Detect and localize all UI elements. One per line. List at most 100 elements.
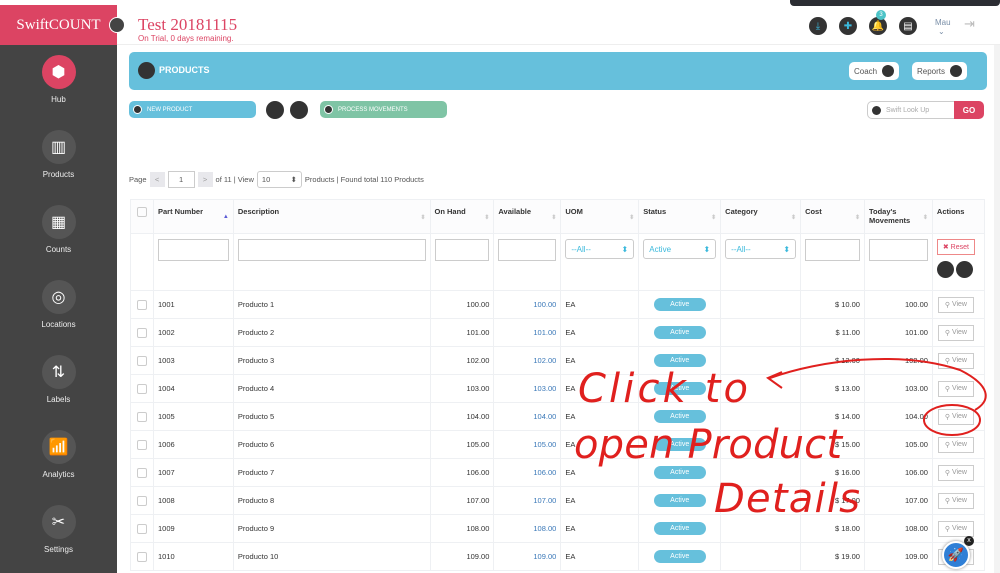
available[interactable]: 107.00 — [493, 486, 562, 515]
sidebar-item-hub[interactable]: ⬢ Hub — [0, 55, 117, 104]
view-button[interactable]: ⚲ View — [937, 436, 974, 453]
sidebar-item-products[interactable]: ▥ Products — [0, 130, 117, 179]
go-button[interactable]: GO — [954, 101, 984, 119]
column-header-uom[interactable]: UOM ⬍ — [560, 199, 640, 234]
column-header-part-number[interactable]: Part Number ▲ — [152, 199, 234, 234]
swift-lookup-input[interactable]: Swift Look Up — [867, 101, 955, 119]
sidebar-item-labels[interactable]: ⇅ Labels — [0, 355, 117, 404]
tag-action-icon[interactable] — [955, 261, 973, 278]
available[interactable]: 103.00 — [493, 374, 562, 403]
sort-icon[interactable]: ⬍ — [551, 214, 556, 221]
view-button[interactable]: ⚲ View — [937, 352, 974, 369]
row-checkbox[interactable] — [136, 551, 147, 562]
sort-icon[interactable]: ⬍ — [629, 214, 634, 221]
row-checkbox[interactable] — [136, 355, 147, 366]
next-page-button[interactable]: > — [197, 172, 213, 187]
calendar-icon[interactable]: ▤ — [899, 17, 917, 35]
new-product-label: NEW PRODUCT — [147, 106, 193, 113]
process-movements-button[interactable]: PROCESS MOVEMENTS — [320, 101, 447, 118]
category — [720, 346, 802, 375]
on-hand-filter[interactable] — [434, 239, 490, 261]
coach-button[interactable]: Coach — [849, 62, 900, 80]
cloud-download-icon[interactable] — [290, 101, 308, 119]
logout-icon[interactable]: ⇥ — [964, 16, 975, 32]
sort-icon[interactable]: ⬍ — [855, 214, 860, 221]
view-button[interactable]: ⚲ View — [937, 380, 974, 397]
available[interactable]: 100.00 — [493, 290, 562, 319]
sidebar-item-locations[interactable]: ◎ Locations — [0, 280, 117, 329]
sort-icon[interactable]: ⬍ — [711, 214, 716, 221]
new-product-button[interactable]: NEW PRODUCT — [129, 101, 256, 118]
location-icon: ◎ — [41, 280, 76, 314]
reports-button[interactable]: Reports — [912, 62, 968, 80]
per-page-select[interactable]: 10 ⬍ — [256, 171, 302, 188]
user-menu[interactable]: Mau ⌄ — [935, 18, 951, 36]
cost-filter[interactable] — [805, 239, 860, 261]
prev-page-button[interactable]: < — [149, 172, 165, 187]
sort-icon[interactable]: ▲ — [223, 214, 229, 220]
view-button[interactable]: ⚲ View — [937, 408, 974, 425]
view-button[interactable]: ⚲ View — [937, 492, 974, 509]
row-checkbox[interactable] — [136, 299, 147, 310]
column-label: Category — [725, 207, 758, 216]
table-row: 1003 Producto 3 102.00 102.00 EA Active … — [130, 346, 986, 375]
page-input[interactable]: 1 — [167, 171, 195, 188]
available-filter[interactable] — [498, 239, 557, 261]
view-button[interactable]: ⚲ View — [937, 464, 974, 481]
available[interactable]: 105.00 — [493, 430, 562, 459]
add-icon[interactable]: ✚ — [839, 17, 857, 35]
bell-icon[interactable]: 🔔 — [869, 17, 887, 35]
brand-logo[interactable]: SwiftCOUNT — [0, 5, 117, 45]
status-badge: Active — [653, 522, 706, 535]
sidebar-item-counts[interactable]: ▦ Counts — [0, 205, 117, 254]
category — [720, 318, 802, 347]
select-all-checkbox[interactable] — [136, 207, 147, 217]
row-checkbox[interactable] — [136, 411, 147, 422]
sidebar-toggle-icon[interactable] — [109, 17, 125, 33]
column-header-cost[interactable]: Cost ⬍ — [800, 199, 865, 234]
status-badge: Active — [653, 466, 706, 479]
row-checkbox[interactable] — [136, 523, 147, 534]
available[interactable]: 104.00 — [493, 402, 562, 431]
view-button[interactable]: ⚲ View — [937, 520, 974, 537]
download-icon[interactable]: ⤓ — [809, 17, 827, 35]
category-filter[interactable]: --All-- ⬍ — [725, 239, 797, 259]
view-button[interactable]: ⚲ View — [937, 296, 974, 313]
description-filter[interactable] — [237, 239, 426, 261]
available[interactable]: 108.00 — [493, 514, 562, 543]
available[interactable]: 109.00 — [493, 542, 562, 571]
status-filter[interactable]: Active ⬍ — [643, 239, 717, 259]
reset-filters-button[interactable]: ✖ Reset — [936, 239, 975, 255]
sort-icon[interactable]: ⬍ — [420, 214, 425, 221]
cloud-upload-icon[interactable] — [266, 101, 284, 119]
scrollbar[interactable] — [994, 45, 1000, 573]
sidebar-item-settings[interactable]: ✂ Settings — [0, 505, 117, 554]
view-button[interactable]: ⚲ View — [937, 324, 974, 341]
row-checkbox[interactable] — [136, 495, 147, 506]
close-icon[interactable]: x — [964, 536, 974, 546]
part-number: 1002 — [152, 318, 234, 347]
column-header-today-s-movements[interactable]: Today's Movements ⬍ — [863, 199, 933, 234]
available[interactable]: 101.00 — [493, 318, 562, 347]
column-header-on-hand[interactable]: On Hand ⬍ — [429, 199, 495, 234]
part-number-filter[interactable] — [157, 239, 229, 261]
available[interactable]: 106.00 — [493, 458, 562, 487]
sidebar-item-analytics[interactable]: 📶 Analytics — [0, 430, 117, 479]
available[interactable]: 102.00 — [493, 346, 562, 375]
sidebar-item-label: Locations — [41, 320, 76, 329]
row-checkbox[interactable] — [136, 383, 147, 394]
sort-icon[interactable]: ⬍ — [923, 214, 928, 221]
row-checkbox[interactable] — [136, 467, 147, 478]
uom-filter[interactable]: --All-- ⬍ — [565, 239, 635, 259]
sort-icon[interactable]: ⬍ — [484, 214, 489, 221]
column-header-description[interactable]: Description ⬍ — [232, 199, 431, 234]
sort-icon[interactable]: ⬍ — [791, 214, 796, 221]
movements-filter[interactable] — [868, 239, 928, 261]
column-header-status[interactable]: Status ⬍ — [638, 199, 722, 234]
row-checkbox[interactable] — [136, 439, 147, 450]
column-header-available[interactable]: Available ⬍ — [493, 199, 562, 234]
row-checkbox[interactable] — [136, 327, 147, 338]
column-header-category[interactable]: Category ⬍ — [720, 199, 802, 234]
analytics-action-icon[interactable] — [936, 261, 954, 278]
description: Producto 4 — [232, 374, 431, 403]
